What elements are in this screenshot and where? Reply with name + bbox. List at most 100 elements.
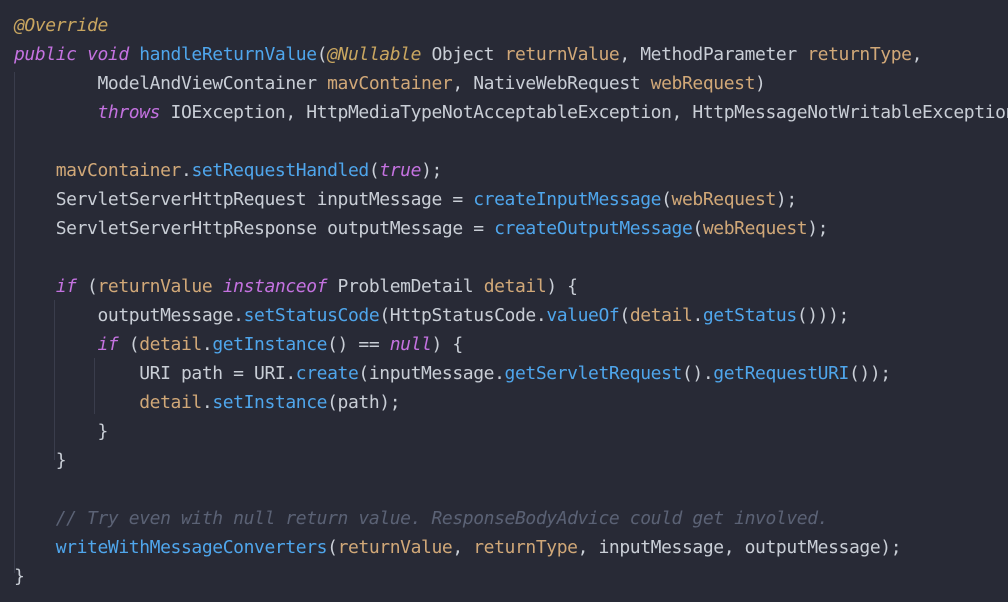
code-token: returnType	[807, 44, 912, 65]
code-token: ) {	[431, 334, 464, 355]
code-token: );	[421, 160, 442, 181]
code-token: webRequest	[650, 73, 756, 94]
code-line[interactable]: writeWithMessageConverters(returnValue , …	[14, 534, 902, 562]
code-token: instanceof	[222, 276, 328, 297]
code-token: valueOf	[546, 305, 620, 326]
code-token: mavContainer	[327, 73, 453, 94]
code-token: getStatus	[702, 305, 797, 326]
code-token: (	[661, 189, 672, 210]
code-editor[interactable]: @Override public void handleReturnValue(@…	[0, 0, 1008, 602]
code-token: (	[619, 305, 630, 326]
code-token: , MethodParameter	[619, 44, 808, 65]
code-line[interactable]: @Override	[14, 12, 108, 40]
code-token: (path);	[327, 392, 401, 413]
code-token: getRequestURI	[713, 363, 849, 384]
code-token: webRequest	[702, 218, 808, 239]
code-token: IOException, HttpMediaTypeNotAcceptableE…	[160, 102, 1008, 123]
code-line[interactable]: }	[14, 447, 67, 475]
code-token: ServletServerHttpResponse outputMessage …	[14, 218, 495, 239]
code-token: (	[118, 334, 140, 355]
code-token: throws	[97, 102, 161, 123]
code-token: outputMessage.	[14, 305, 244, 326]
code-token: ModelAndViewContainer	[14, 73, 328, 94]
code-token: void	[87, 44, 129, 65]
code-token: @Nullable	[327, 44, 422, 65]
code-token: @Override	[14, 15, 108, 36]
code-line[interactable]: }	[14, 418, 108, 446]
code-token: )	[755, 73, 766, 94]
code-token: (inputMessage.	[358, 363, 505, 384]
code-token: null	[389, 334, 432, 355]
code-token: returnValue	[504, 44, 620, 65]
code-line[interactable]: public void handleReturnValue(@Nullable …	[14, 41, 922, 69]
code-token: // Try even with null return value. Resp…	[55, 508, 829, 529]
code-token: .	[692, 305, 703, 326]
code-token: returnValue	[337, 537, 453, 558]
code-token: setStatusCode	[243, 305, 380, 326]
code-token: ());	[848, 363, 891, 384]
code-token: );	[807, 218, 829, 239]
code-token: .	[181, 160, 192, 181]
code-token: detail	[483, 276, 547, 297]
code-line[interactable]: ServletServerHttpResponse outputMessage …	[14, 215, 829, 243]
code-token: createInputMessage	[473, 189, 662, 210]
code-token: detail	[139, 334, 202, 355]
code-token: }	[14, 421, 108, 442]
code-token: (	[692, 218, 703, 239]
code-token: (	[76, 276, 98, 297]
code-token: Object	[421, 44, 505, 65]
code-line[interactable]: }	[14, 563, 25, 591]
code-token: createOutputMessage	[494, 218, 693, 239]
code-token: getServletRequest	[504, 363, 683, 384]
code-token: ,	[452, 537, 474, 558]
code-token: public	[14, 44, 77, 65]
code-token: if	[97, 334, 119, 355]
code-token: handleReturnValue	[139, 44, 317, 65]
code-token: .	[201, 334, 213, 355]
code-line[interactable]: ServletServerHttpRequest inputMessage = …	[14, 186, 797, 214]
code-token: true	[379, 160, 422, 181]
code-line[interactable]: ModelAndViewContainer mavContainer, Nati…	[14, 70, 765, 98]
code-token: create	[295, 363, 359, 384]
code-token: webRequest	[671, 189, 777, 210]
code-token: (	[327, 537, 338, 558]
code-line[interactable]: outputMessage.setStatusCode(HttpStatusCo…	[14, 302, 849, 330]
code-token: writeWithMessageConverters	[55, 537, 328, 558]
code-token: , NativeWebRequest	[452, 73, 651, 94]
code-token: if	[55, 276, 77, 297]
code-line[interactable]: if (returnValue instanceof ProblemDetail…	[14, 273, 578, 301]
code-line[interactable]: URI path = URI.create(inputMessage.getSe…	[14, 360, 891, 388]
code-line[interactable]: throws IOException, HttpMediaTypeNotAcce…	[14, 99, 1008, 127]
code-token: detail	[629, 305, 693, 326]
code-line[interactable]: // Try even with null return value. Resp…	[14, 505, 829, 533]
code-token: );	[775, 189, 797, 210]
code-token: returnValue	[97, 276, 213, 297]
code-line[interactable]: detail.setInstance(path);	[14, 389, 400, 417]
code-token: setInstance	[212, 392, 328, 413]
code-token: , inputMessage, outputMessage);	[577, 537, 902, 558]
code-token: (HttpStatusCode.	[379, 305, 547, 326]
code-token: ()));	[796, 305, 850, 326]
code-token: }	[14, 450, 67, 471]
code-token: .	[201, 392, 213, 413]
code-token: URI path = URI.	[14, 363, 296, 384]
code-token: returnType	[473, 537, 578, 558]
code-token: detail	[139, 392, 202, 413]
code-line[interactable]: if (detail.getInstance() == null) {	[14, 331, 464, 359]
code-token: () ==	[327, 334, 390, 355]
code-token: }	[14, 566, 25, 587]
code-token: mavContainer	[55, 160, 182, 181]
code-token: ) {	[546, 276, 578, 297]
code-token: ,	[911, 44, 923, 65]
code-line[interactable]: mavContainer.setRequestHandled(true);	[14, 157, 443, 185]
code-token: ().	[681, 363, 714, 384]
